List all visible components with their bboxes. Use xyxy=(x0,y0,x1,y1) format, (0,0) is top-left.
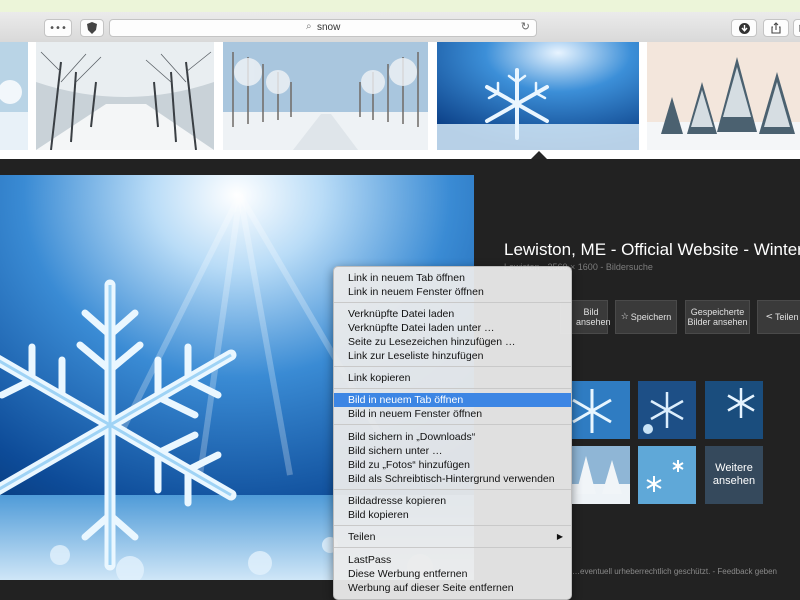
saved-images-label: Gespeicherte Bilder ansehen xyxy=(687,307,748,327)
menu-separator xyxy=(334,525,571,526)
menu-item-set-desktop-picture[interactable]: Bild als Schreibtisch-Hintergrund verwen… xyxy=(334,472,571,486)
related-image-5[interactable] xyxy=(638,446,696,504)
privacy-icon xyxy=(87,22,97,34)
menu-item-share[interactable]: Teilen ▶ xyxy=(334,530,571,544)
thumbnail-snowflake-selected[interactable] xyxy=(437,42,639,150)
share-result-button[interactable]: < Teilen xyxy=(757,300,800,334)
share-result-label: Teilen xyxy=(775,312,799,322)
menu-separator xyxy=(334,366,571,367)
menu-separator xyxy=(334,424,571,425)
submenu-arrow-icon: ▶ xyxy=(556,532,563,541)
menu-item-download-linked-file-as[interactable]: Verknüpfte Datei laden unter … xyxy=(334,321,571,335)
reader-icon: ••• xyxy=(49,22,67,34)
related-image-1[interactable] xyxy=(572,381,630,439)
related-image-3[interactable] xyxy=(705,381,763,439)
context-menu: Link in neuem Tab öffnen Link in neuem F… xyxy=(333,266,572,600)
menu-item-add-bookmark[interactable]: Seite zu Lesezeichen hinzufügen … xyxy=(334,335,571,349)
address-text: snow xyxy=(317,22,341,33)
more-images-button[interactable]: Weitere ansehen xyxy=(705,446,763,504)
view-image-label: Bild ansehen xyxy=(576,307,611,327)
selection-pointer xyxy=(531,151,547,159)
download-button[interactable] xyxy=(731,19,757,37)
menu-item-open-link-new-window[interactable]: Link in neuem Fenster öffnen xyxy=(334,285,571,299)
footer-note: …eventuell urheberrechtlich geschützt. -… xyxy=(572,567,778,576)
share-icon xyxy=(771,22,781,34)
reload-icon[interactable]: ↻ xyxy=(521,20,530,33)
menu-item-copy-image-address[interactable]: Bildadresse kopieren xyxy=(334,494,571,508)
share-result-icon: < xyxy=(765,312,774,322)
menu-separator xyxy=(334,547,571,548)
star-icon: ☆ xyxy=(620,312,629,322)
related-image-4[interactable] xyxy=(572,446,630,504)
save-label: Speichern xyxy=(630,312,672,322)
download-icon xyxy=(738,22,750,34)
menu-item-add-reading-list[interactable]: Link zur Leseliste hinzufügen xyxy=(334,349,571,363)
menu-item-remove-ads-page[interactable]: Werbung auf dieser Seite entfernen xyxy=(334,581,571,595)
menu-item-open-image-new-window[interactable]: Bild in neuem Fenster öffnen xyxy=(334,407,571,421)
share-button[interactable] xyxy=(763,19,789,37)
search-icon: ⌕ xyxy=(306,21,312,32)
menu-item-lastpass[interactable]: LastPass xyxy=(334,553,571,567)
more-images-label: Weitere ansehen xyxy=(712,462,756,487)
image-results-strip xyxy=(0,42,800,160)
menu-item-copy-link[interactable]: Link kopieren xyxy=(334,371,571,385)
menu-item-remove-ad[interactable]: Diese Werbung entfernen xyxy=(334,567,571,581)
save-button[interactable]: ☆ Speichern xyxy=(615,300,677,334)
menu-separator xyxy=(334,388,571,389)
thumbnail-snow-1[interactable] xyxy=(0,42,28,150)
menu-item-download-linked-file[interactable]: Verknüpfte Datei laden xyxy=(334,307,571,321)
privacy-button[interactable] xyxy=(80,19,104,37)
menu-separator xyxy=(334,302,571,303)
menu-item-save-image-as[interactable]: Bild sichern unter … xyxy=(334,444,571,458)
browser-toolbar: ••• ⌕ snow ↻ ▢ xyxy=(0,0,800,42)
menu-item-open-image-new-tab[interactable]: Bild in neuem Tab öffnen xyxy=(334,393,571,407)
tabs-button[interactable]: ▢ xyxy=(793,19,800,37)
address-bar[interactable]: ⌕ snow ↻ xyxy=(109,19,537,37)
menu-item-add-to-photos[interactable]: Bild zu „Fotos“ hinzufügen xyxy=(334,458,571,472)
result-title[interactable]: Lewiston, ME - Official Website - Winter… xyxy=(504,240,800,260)
menu-separator xyxy=(334,489,571,490)
thumbnail-snowy-road[interactable] xyxy=(223,42,428,150)
related-image-2[interactable] xyxy=(638,381,696,439)
thumbnail-snowy-avenue[interactable] xyxy=(36,42,214,150)
thumbnail-snowy-firs[interactable] xyxy=(647,42,800,150)
menu-item-save-image-downloads[interactable]: Bild sichern in „Downloads“ xyxy=(334,430,571,444)
reader-button[interactable]: ••• xyxy=(44,19,72,37)
menu-item-open-link-new-tab[interactable]: Link in neuem Tab öffnen xyxy=(334,271,571,285)
saved-images-button[interactable]: Gespeicherte Bilder ansehen xyxy=(685,300,750,334)
menu-item-share-label: Teilen xyxy=(348,531,376,543)
menu-item-copy-image[interactable]: Bild kopieren xyxy=(334,508,571,522)
